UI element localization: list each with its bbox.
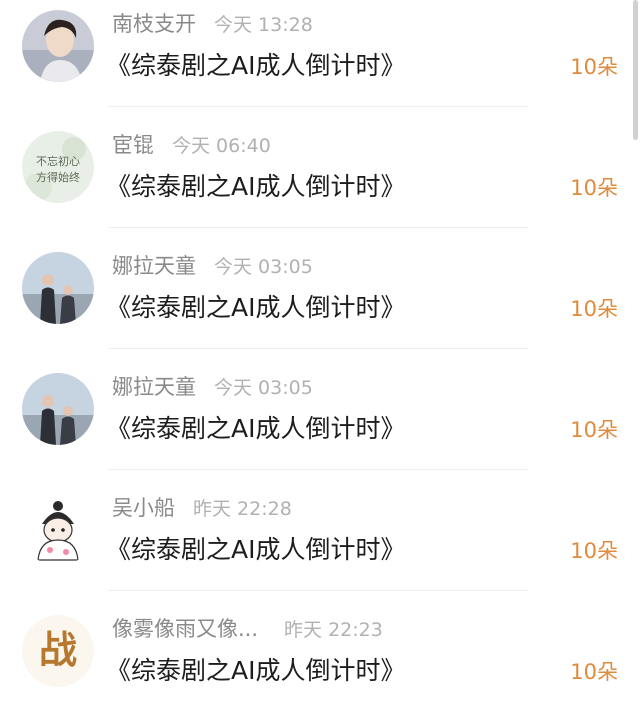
list-item[interactable]: 南枝支开 今天 13:28 《综泰剧之AI成人倒计时》 10朵 [0, 0, 640, 120]
timestamp: 今天 06:40 [172, 135, 271, 157]
list-item[interactable]: 不忘初心 方得始终 宦锟 今天 06:40 《综泰剧之AI成人倒计时》 10朵 [0, 121, 640, 241]
gift-record-list: 南枝支开 今天 13:28 《综泰剧之AI成人倒计时》 10朵 不忘初心 方得始终… [0, 0, 640, 717]
timestamp: 今天 03:05 [214, 377, 313, 399]
item-title[interactable]: 《综泰剧之AI成人倒计时》 [106, 651, 405, 691]
calligraphy-line-2: 方得始终 [36, 170, 80, 184]
flower-count: 10朵 [570, 297, 618, 321]
divider [108, 106, 528, 107]
item-meta: 宦锟 今天 06:40 [112, 129, 271, 161]
item-title[interactable]: 《综泰剧之AI成人倒计时》 [106, 288, 405, 328]
portrait-avatar[interactable] [22, 10, 94, 82]
item-title[interactable]: 《综泰剧之AI成人倒计时》 [106, 167, 405, 207]
divider [108, 348, 528, 349]
item-meta: 娜拉天童 今天 03:05 [112, 250, 313, 282]
timestamp: 今天 03:05 [214, 256, 313, 278]
user-name[interactable]: 像雾像雨又像... [112, 617, 258, 641]
calligraphy-line-1: 不忘初心 [36, 154, 80, 168]
flower-count: 10朵 [570, 55, 618, 79]
item-meta: 南枝支开 今天 13:28 [112, 8, 313, 40]
flower-count: 10朵 [570, 660, 618, 684]
item-title[interactable]: 《综泰剧之AI成人倒计时》 [106, 530, 405, 570]
item-meta: 娜拉天童 今天 03:05 [112, 371, 313, 403]
calligraphy-avatar[interactable]: 不忘初心 方得始终 [22, 131, 94, 203]
list-item[interactable]: 吴小船 昨天 22:28 《综泰剧之AI成人倒计时》 10朵 [0, 484, 640, 604]
couple-photo-avatar[interactable] [22, 252, 94, 324]
item-meta: 像雾像雨又像... 昨天 22:23 [112, 613, 383, 645]
divider [108, 469, 528, 470]
timestamp: 昨天 22:28 [193, 498, 292, 520]
user-name[interactable]: 娜拉天童 [112, 254, 196, 278]
user-name[interactable]: 娜拉天童 [112, 375, 196, 399]
user-name[interactable]: 宦锟 [112, 133, 154, 157]
flower-count: 10朵 [570, 539, 618, 563]
timestamp: 昨天 22:23 [284, 619, 383, 641]
list-item[interactable]: 娜拉天童 今天 03:05 《综泰剧之AI成人倒计时》 10朵 [0, 242, 640, 362]
logo-text: 战 [39, 630, 77, 672]
user-name[interactable]: 南枝支开 [112, 12, 196, 36]
divider [108, 227, 528, 228]
item-meta: 吴小船 昨天 22:28 [112, 492, 292, 524]
scrollbar[interactable] [633, 0, 638, 140]
user-name[interactable]: 吴小船 [112, 496, 175, 520]
list-item[interactable]: 战 像雾像雨又像... 昨天 22:23 《综泰剧之AI成人倒计时》 10朵 [0, 605, 640, 717]
flower-count: 10朵 [570, 176, 618, 200]
cartoon-avatar[interactable] [22, 494, 94, 566]
divider [108, 590, 528, 591]
flower-count: 10朵 [570, 418, 618, 442]
item-title[interactable]: 《综泰剧之AI成人倒计时》 [106, 46, 405, 86]
list-item[interactable]: 娜拉天童 今天 03:05 《综泰剧之AI成人倒计时》 10朵 [0, 363, 640, 483]
item-title[interactable]: 《综泰剧之AI成人倒计时》 [106, 409, 405, 449]
zhan-logo-avatar[interactable]: 战 [22, 615, 94, 687]
timestamp: 今天 13:28 [214, 14, 313, 36]
couple-photo-avatar[interactable] [22, 373, 94, 445]
